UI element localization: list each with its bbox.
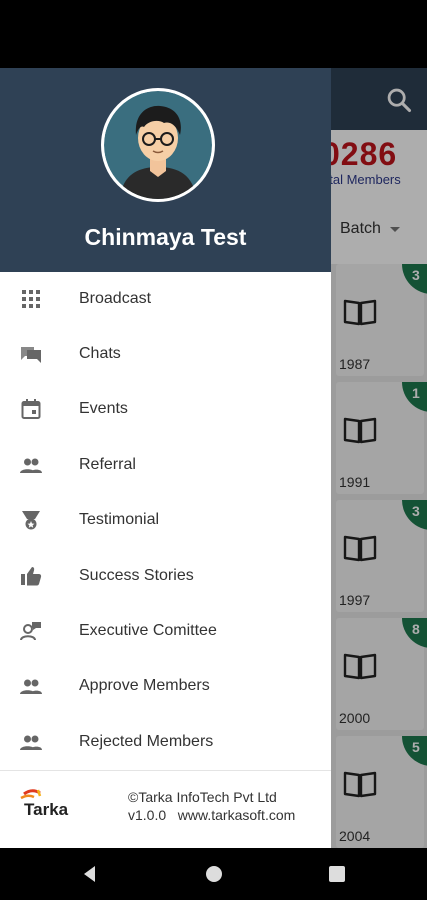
drawer-header: Chinmaya Test (0, 68, 331, 272)
copyright-text: ©Tarka InfoTech Pvt Ltd (128, 789, 277, 805)
version-site-text: v1.0.0 www.tarkasoft.com (128, 807, 296, 823)
user-avatar-icon (104, 91, 212, 199)
grid-icon (22, 289, 40, 308)
avatar[interactable] (101, 88, 215, 202)
navigation-drawer: Chinmaya Test Broadcast Chats Events Ref… (0, 68, 331, 848)
system-nav-bar (0, 848, 427, 900)
menu-item-rejected-members[interactable]: Rejected Members (0, 714, 331, 769)
menu-item-executive-comittee[interactable]: Executive Comittee (0, 603, 331, 658)
people-icon (20, 458, 42, 473)
menu-item-label: Success Stories (79, 566, 194, 584)
people-icon (20, 679, 42, 695)
menu-item-label: Testimonial (79, 511, 160, 529)
recents-icon[interactable] (325, 862, 349, 886)
menu-item-label: Executive Comittee (79, 622, 217, 640)
drawer-menu: Broadcast Chats Events Referral Testimon… (0, 271, 331, 770)
menu-item-testimonial[interactable]: Testimonial (0, 493, 331, 548)
group-chat-icon (20, 622, 41, 641)
menu-item-label: Approve Members (79, 677, 210, 695)
user-name: Chinmaya Test (84, 224, 247, 250)
menu-item-broadcast[interactable]: Broadcast (0, 271, 331, 326)
calendar-icon (21, 399, 41, 420)
home-icon[interactable] (202, 862, 226, 886)
award-icon (22, 511, 40, 530)
menu-item-referral[interactable]: Referral (0, 437, 331, 492)
svg-text:Tarka: Tarka (24, 800, 69, 819)
menu-item-chats[interactable]: Chats (0, 326, 331, 381)
menu-item-label: Broadcast (79, 289, 152, 307)
menu-item-label: Rejected Members (79, 732, 214, 750)
back-icon[interactable] (78, 862, 102, 886)
menu-item-label: Events (79, 400, 128, 418)
people-icon (20, 735, 42, 750)
menu-item-events[interactable]: Events (0, 382, 331, 437)
menu-item-label: Chats (79, 345, 121, 363)
status-bar (0, 0, 427, 68)
menu-item-approve-members[interactable]: Approve Members (0, 659, 331, 714)
chat-icon (21, 347, 41, 364)
menu-item-success-stories[interactable]: Success Stories (0, 548, 331, 603)
thumbs-up-icon (21, 566, 42, 586)
tarka-logo: Tarka (20, 789, 69, 819)
menu-item-label: Referral (79, 455, 136, 473)
drawer-footer: Tarka ©Tarka InfoTech Pvt Ltd v1.0.0 www… (0, 771, 331, 848)
